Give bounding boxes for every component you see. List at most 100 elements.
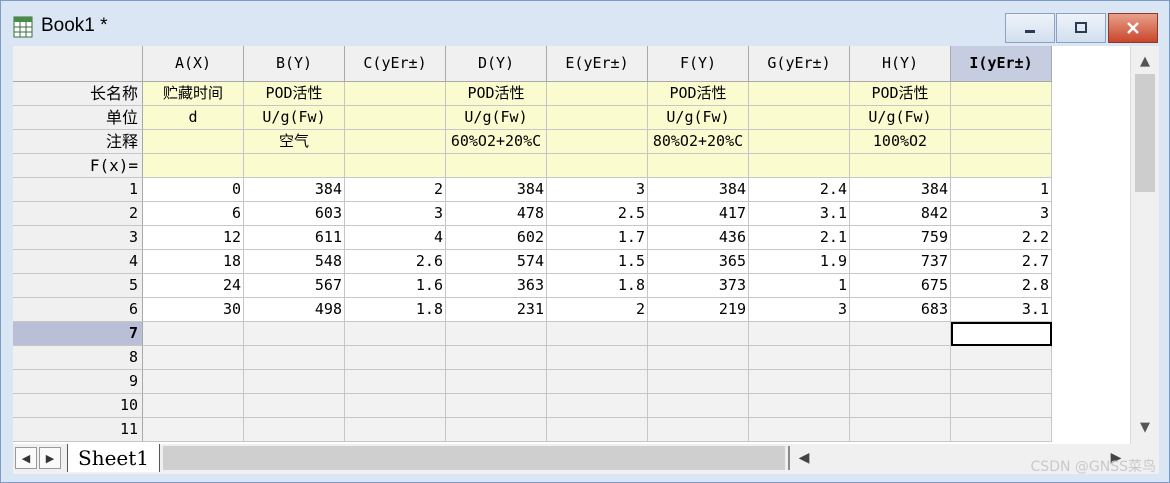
row-header[interactable]: 1 xyxy=(13,178,143,202)
table-cell[interactable] xyxy=(143,370,244,394)
table-cell[interactable]: 3.1 xyxy=(951,298,1052,322)
table-cell[interactable] xyxy=(648,346,749,370)
column-header[interactable]: E(yEr±) xyxy=(547,46,648,82)
table-cell[interactable] xyxy=(143,394,244,418)
table-cell[interactable] xyxy=(951,418,1052,442)
table-cell[interactable] xyxy=(345,346,446,370)
meta-cell[interactable]: 贮藏时间 xyxy=(143,82,244,106)
table-cell[interactable]: 1.9 xyxy=(749,250,850,274)
meta-cell[interactable]: 80%O2+20%C xyxy=(648,130,749,154)
table-cell[interactable]: 675 xyxy=(850,274,951,298)
table-cell[interactable]: 2.7 xyxy=(951,250,1052,274)
table-cell[interactable] xyxy=(648,394,749,418)
table-cell[interactable]: 737 xyxy=(850,250,951,274)
table-cell[interactable] xyxy=(648,370,749,394)
meta-cell[interactable] xyxy=(951,130,1052,154)
meta-cell[interactable] xyxy=(345,154,446,178)
table-cell[interactable]: 2.4 xyxy=(749,178,850,202)
table-cell[interactable]: 478 xyxy=(446,202,547,226)
meta-cell[interactable]: POD活性 xyxy=(244,82,345,106)
tab-sheet1[interactable]: Sheet1 xyxy=(67,444,161,472)
table-cell[interactable]: 3 xyxy=(547,178,648,202)
table-cell[interactable]: 363 xyxy=(446,274,547,298)
meta-cell[interactable] xyxy=(547,82,648,106)
table-cell[interactable]: 1.5 xyxy=(547,250,648,274)
meta-cell[interactable] xyxy=(345,106,446,130)
table-cell[interactable]: 1 xyxy=(951,178,1052,202)
table-cell[interactable] xyxy=(850,346,951,370)
table-cell[interactable]: 602 xyxy=(446,226,547,250)
table-cell[interactable]: 498 xyxy=(244,298,345,322)
meta-cell[interactable] xyxy=(951,82,1052,106)
table-cell[interactable]: 3 xyxy=(749,298,850,322)
table-cell[interactable]: 1.8 xyxy=(547,274,648,298)
table-cell[interactable] xyxy=(951,346,1052,370)
table-cell[interactable] xyxy=(749,322,850,346)
table-cell[interactable]: 24 xyxy=(143,274,244,298)
table-cell[interactable]: 3 xyxy=(951,202,1052,226)
table-cell[interactable]: 2.2 xyxy=(951,226,1052,250)
table-cell[interactable]: 1.7 xyxy=(547,226,648,250)
table-cell[interactable] xyxy=(749,346,850,370)
table-cell[interactable] xyxy=(345,394,446,418)
table-cell[interactable]: 384 xyxy=(850,178,951,202)
table-cell[interactable]: 2 xyxy=(547,298,648,322)
table-cell[interactable]: 2.1 xyxy=(749,226,850,250)
column-header[interactable]: H(Y) xyxy=(850,46,951,82)
table-cell[interactable] xyxy=(446,370,547,394)
meta-cell[interactable]: d xyxy=(143,106,244,130)
table-cell[interactable] xyxy=(648,418,749,442)
meta-cell[interactable]: POD活性 xyxy=(648,82,749,106)
table-cell[interactable] xyxy=(951,322,1052,346)
column-header[interactable]: A(X) xyxy=(143,46,244,82)
row-header[interactable]: 3 xyxy=(13,226,143,250)
vertical-scroll-thumb[interactable] xyxy=(1135,74,1155,192)
table-cell[interactable]: 12 xyxy=(143,226,244,250)
meta-cell[interactable] xyxy=(951,154,1052,178)
table-cell[interactable] xyxy=(345,370,446,394)
table-cell[interactable] xyxy=(446,394,547,418)
row-header[interactable]: 9 xyxy=(13,370,143,394)
table-cell[interactable]: 436 xyxy=(648,226,749,250)
table-cell[interactable]: 603 xyxy=(244,202,345,226)
meta-cell[interactable]: U/g(Fw) xyxy=(244,106,345,130)
meta-cell[interactable] xyxy=(345,82,446,106)
meta-cell[interactable] xyxy=(143,130,244,154)
close-button[interactable] xyxy=(1108,13,1158,43)
table-cell[interactable] xyxy=(244,370,345,394)
table-cell[interactable]: 683 xyxy=(850,298,951,322)
scroll-down-icon[interactable]: ▼ xyxy=(1131,416,1159,440)
table-cell[interactable]: 365 xyxy=(648,250,749,274)
row-header[interactable]: 6 xyxy=(13,298,143,322)
table-cell[interactable] xyxy=(648,322,749,346)
column-header[interactable]: B(Y) xyxy=(244,46,345,82)
meta-cell[interactable] xyxy=(749,106,850,130)
column-header[interactable]: C(yEr±) xyxy=(345,46,446,82)
sheet-tab-scroll-track[interactable] xyxy=(163,446,785,470)
table-cell[interactable] xyxy=(244,418,345,442)
table-cell[interactable]: 30 xyxy=(143,298,244,322)
meta-cell[interactable] xyxy=(951,106,1052,130)
table-cell[interactable]: 2.5 xyxy=(547,202,648,226)
meta-cell[interactable] xyxy=(446,154,547,178)
title-bar[interactable]: Book1 * xyxy=(1,1,1169,46)
table-cell[interactable]: 567 xyxy=(244,274,345,298)
table-cell[interactable]: 759 xyxy=(850,226,951,250)
meta-cell[interactable]: U/g(Fw) xyxy=(648,106,749,130)
table-cell[interactable] xyxy=(547,322,648,346)
meta-cell[interactable] xyxy=(749,82,850,106)
meta-cell[interactable] xyxy=(547,130,648,154)
table-cell[interactable] xyxy=(951,394,1052,418)
row-header[interactable]: 2 xyxy=(13,202,143,226)
table-cell[interactable] xyxy=(951,370,1052,394)
meta-cell[interactable]: POD活性 xyxy=(850,82,951,106)
table-cell[interactable]: 1.8 xyxy=(345,298,446,322)
table-cell[interactable]: 18 xyxy=(143,250,244,274)
table-cell[interactable]: 3 xyxy=(345,202,446,226)
row-header[interactable]: 10 xyxy=(13,394,143,418)
table-cell[interactable]: 2.6 xyxy=(345,250,446,274)
table-cell[interactable]: 219 xyxy=(648,298,749,322)
sheet-prev-button[interactable]: ◀ xyxy=(15,447,37,469)
table-cell[interactable]: 231 xyxy=(446,298,547,322)
worksheet-grid[interactable]: A(X) B(Y) C(yEr±) D(Y) E(yEr±) F(Y) G(yEr±) H(Y… xyxy=(13,46,1131,444)
